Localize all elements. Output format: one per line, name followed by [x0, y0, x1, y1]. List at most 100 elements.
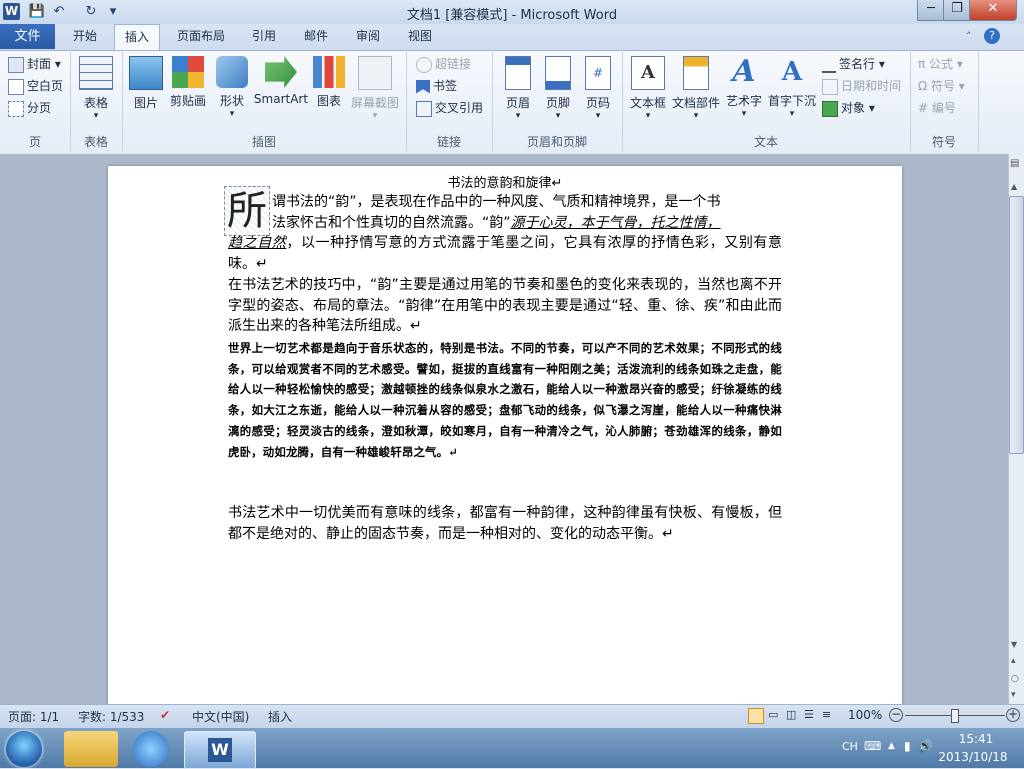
zoom-slider-thumb[interactable]: [951, 709, 959, 723]
shapes-button[interactable]: 形状 ▾: [214, 56, 250, 119]
internet-explorer-taskbar-icon[interactable]: [133, 731, 169, 767]
number-sign-icon: #: [918, 101, 932, 115]
insert-mode-indicator[interactable]: 插入: [268, 708, 292, 725]
language-indicator[interactable]: 中文(中国): [192, 708, 249, 725]
next-page-icon[interactable]: ▾: [1011, 690, 1016, 700]
signature-line-icon: [822, 57, 836, 73]
group-symbols: π 公式 ▾ Ω 符号 ▾ # 编号 符号: [910, 52, 979, 152]
tab-home[interactable]: 开始: [62, 24, 108, 49]
clip-art-button[interactable]: 剪贴画: [166, 56, 210, 109]
group-label: 页眉和页脚: [526, 135, 587, 149]
web-layout-view-icon[interactable]: ◫: [786, 708, 796, 721]
tab-file[interactable]: 文件: [0, 24, 55, 49]
network-icon[interactable]: ▮: [904, 739, 911, 753]
volume-icon[interactable]: 🔊: [918, 739, 933, 753]
pi-icon: π: [918, 57, 930, 71]
group-label: 符号: [931, 135, 956, 149]
draft-view-icon[interactable]: ≡: [822, 708, 831, 721]
text-box-button[interactable]: A 文本框 ▾: [628, 56, 668, 121]
date-time-button[interactable]: 日期和时间: [822, 76, 901, 96]
underlined-phrase: 源于心灵，本于气骨，托之性情，: [510, 214, 721, 231]
previous-page-icon[interactable]: ▴: [1011, 656, 1016, 666]
outline-view-icon[interactable]: ☰: [804, 708, 814, 721]
word-count[interactable]: 字数: 1/533: [78, 708, 144, 725]
group-pages: 封面 ▾ 空白页 分页 页: [0, 52, 71, 152]
zoom-level[interactable]: 100%: [848, 708, 882, 722]
text-box-icon: A: [631, 56, 665, 90]
cover-page-icon: [8, 56, 24, 73]
explorer-taskbar-icon[interactable]: [64, 731, 118, 767]
maximize-button[interactable]: ❐: [943, 0, 971, 21]
header-icon: [505, 56, 531, 90]
bookmark-icon: [416, 79, 430, 94]
bookmark-button[interactable]: 书签: [416, 76, 457, 96]
calendar-icon: [822, 78, 838, 95]
scroll-up-icon[interactable]: ▲: [1011, 182, 1017, 191]
tab-review[interactable]: 审阅: [348, 24, 388, 49]
word-taskbar-icon[interactable]: W: [184, 731, 256, 769]
page-number-button[interactable]: # 页码 ▾: [578, 56, 618, 121]
collapse-ribbon-icon[interactable]: ˄: [966, 30, 972, 43]
clock-date[interactable]: 2013/10/18: [936, 750, 1010, 764]
scroll-down-icon[interactable]: ▼: [1011, 640, 1017, 649]
close-button[interactable]: ✕: [969, 0, 1017, 21]
zoom-in-icon[interactable]: +: [1006, 708, 1020, 722]
quick-parts-button[interactable]: 文档部件 ▾: [670, 56, 722, 121]
paragraph-1-line-2: 法家怀古和个性真切的自然流露。“韵”源于心灵，本于气骨，托之性情，: [272, 214, 721, 231]
tab-page-layout[interactable]: 页面布局: [168, 24, 234, 49]
tab-references[interactable]: 引用: [244, 24, 284, 49]
show-hidden-icons-icon[interactable]: ▲: [888, 741, 895, 751]
group-label: 文本: [753, 135, 778, 149]
print-layout-view-icon[interactable]: [748, 708, 764, 724]
quick-parts-icon: [683, 56, 709, 90]
screenshot-button[interactable]: 屏幕截图 ▾: [348, 56, 402, 121]
smartart-button[interactable]: SmartArt: [252, 56, 310, 106]
cover-page-button[interactable]: 封面 ▾: [8, 54, 61, 74]
drop-cap-frame[interactable]: 所: [224, 186, 270, 236]
header-button[interactable]: 页眉 ▾: [498, 56, 538, 121]
page-count[interactable]: 页面: 1/1: [8, 708, 59, 725]
numbering-button[interactable]: # 编号: [918, 98, 956, 118]
object-icon: [822, 100, 838, 117]
object-button[interactable]: 对象 ▾: [822, 98, 875, 118]
group-label: 页: [28, 135, 41, 149]
clock-time[interactable]: 15:41: [946, 732, 1006, 746]
chart-button[interactable]: 图表: [312, 56, 346, 109]
tab-view[interactable]: 视图: [400, 24, 440, 49]
drop-cap-char: 所: [225, 187, 269, 235]
underlined-phrase-2: 趋之自然: [228, 235, 287, 251]
cross-reference-button[interactable]: 交叉引用: [416, 98, 483, 118]
paragraph-2: 在书法艺术的技巧中，“韵”主要是通过用笔的节奏和墨色的变化来表现的，当然也离不开…: [228, 277, 782, 334]
table-button[interactable]: 表格 ▾: [74, 56, 118, 121]
equation-button[interactable]: π 公式 ▾: [918, 54, 963, 74]
drop-cap-button[interactable]: A 首字下沉 ▾: [766, 56, 818, 119]
proofing-icon[interactable]: ✔: [160, 708, 170, 722]
start-button[interactable]: [6, 731, 42, 767]
help-icon[interactable]: ?: [984, 28, 1000, 44]
footer-icon: [545, 56, 571, 90]
full-screen-view-icon[interactable]: ▭: [768, 708, 778, 721]
group-links: 超链接 书签 交叉引用 链接: [406, 52, 493, 152]
clip-art-icon: [172, 56, 204, 88]
symbol-button[interactable]: Ω 符号 ▾: [918, 76, 965, 96]
minimize-button[interactable]: ─: [917, 0, 945, 21]
drop-cap-icon: A: [781, 57, 803, 87]
signature-line-button[interactable]: 签名行 ▾: [822, 54, 885, 74]
scroll-thumb[interactable]: [1009, 196, 1024, 454]
zoom-out-icon[interactable]: −: [889, 708, 903, 722]
group-label: 链接: [436, 135, 461, 149]
picture-button[interactable]: 图片: [126, 56, 166, 111]
tab-mailings[interactable]: 邮件: [296, 24, 336, 49]
word-icon: W: [208, 738, 232, 762]
wordart-button[interactable]: A 艺术字 ▾: [724, 56, 764, 120]
ime-indicator[interactable]: CH: [842, 740, 858, 753]
page-break-button[interactable]: 分页: [8, 98, 51, 118]
ruler-toggle-icon[interactable]: ▤: [1010, 158, 1019, 169]
tab-insert[interactable]: 插入: [114, 24, 160, 51]
hyperlink-button[interactable]: 超链接: [416, 54, 471, 74]
keyboard-icon[interactable]: ⌨: [864, 739, 881, 753]
group-tables: 表格 ▾ 表格: [70, 52, 123, 152]
browse-object-icon[interactable]: ○: [1011, 674, 1019, 684]
blank-page-button[interactable]: 空白页: [8, 76, 63, 96]
footer-button[interactable]: 页脚 ▾: [538, 56, 578, 121]
